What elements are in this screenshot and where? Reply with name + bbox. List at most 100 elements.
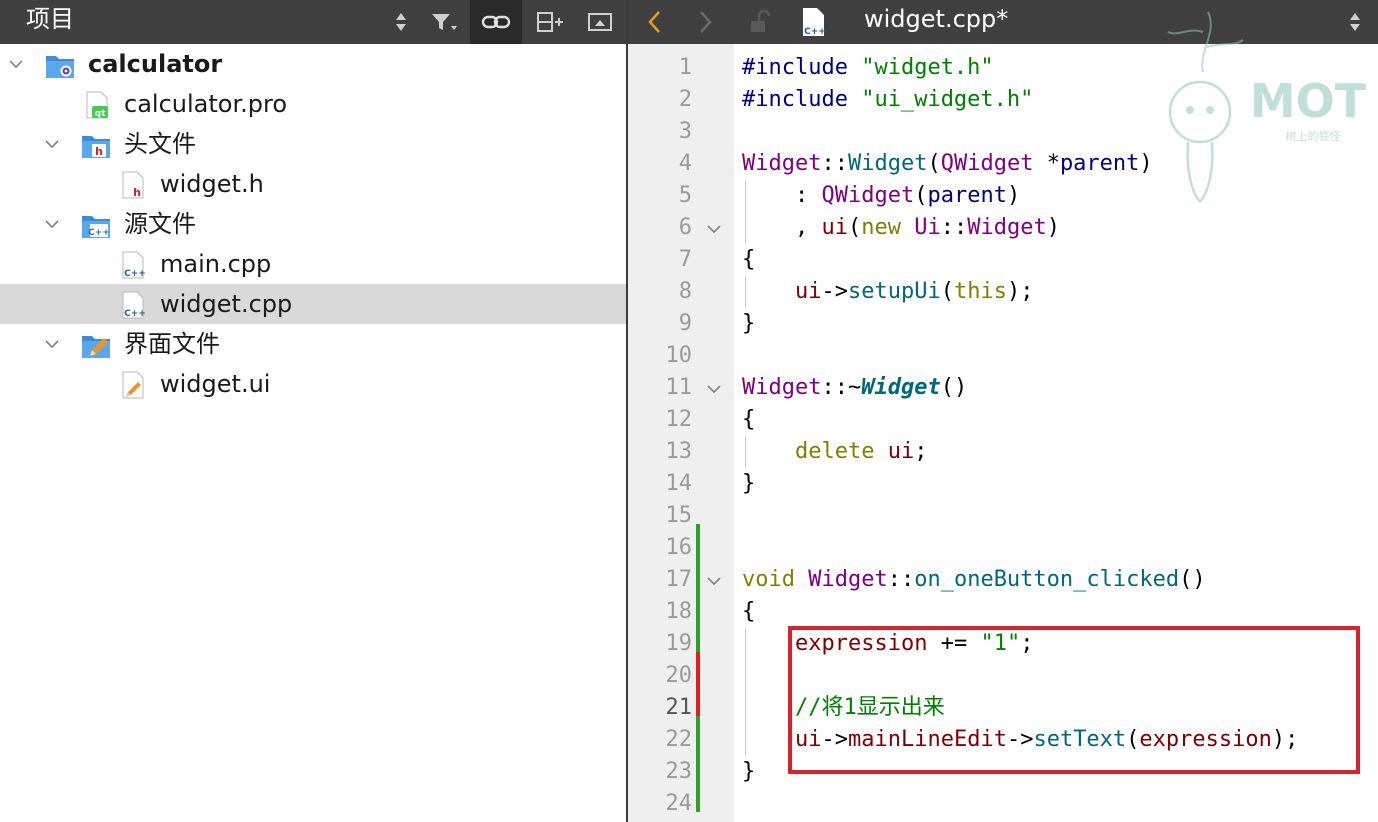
open-file-name[interactable]: widget.cpp* [864, 4, 1008, 34]
cpp-file-icon: C++ [122, 251, 146, 279]
change-marker [696, 748, 700, 780]
tree-item-widget-h[interactable]: h widget.h [0, 164, 626, 204]
line-number: 22 [665, 727, 693, 752]
cpp-file-icon: C++ [796, 0, 832, 44]
line-number: 6 [678, 215, 692, 240]
chevron-down-icon[interactable] [44, 136, 60, 152]
sort-updown-icon[interactable] [390, 0, 412, 44]
line-number: 23 [665, 759, 693, 784]
svg-text:h: h [95, 145, 103, 158]
tree-item-label: widget.cpp [160, 290, 293, 318]
chevron-down-icon[interactable] [44, 216, 60, 232]
indent-guide [745, 180, 746, 244]
header-folder-icon: h [82, 136, 110, 158]
fold-chevron-icon[interactable] [706, 573, 722, 589]
line-number: 20 [665, 663, 693, 688]
line-number: 9 [678, 311, 692, 336]
panel-icon[interactable] [578, 0, 622, 44]
line-number: 10 [665, 343, 693, 368]
code-line[interactable]: #include "ui_widget.h" [742, 84, 1033, 116]
line-number: 7 [678, 247, 692, 272]
chevron-down-icon[interactable] [44, 336, 60, 352]
line-number-gutter: 1 2 3 4 5 6 7 8 9 10 11 12 13 14 15 16 17 18 19 20 21 22 23 24 [628, 44, 734, 822]
tree-item-label: 头文件 [124, 130, 196, 158]
svg-text:qt: qt [95, 109, 106, 119]
svg-text:h: h [133, 186, 141, 199]
code-line[interactable]: Widget::~Widget() [742, 372, 967, 404]
code-line[interactable]: } [742, 308, 755, 340]
line-number: 15 [665, 503, 693, 528]
tree-item-label: calculator [88, 50, 223, 78]
tree-item-forms-folder[interactable]: 界面文件 [0, 324, 626, 364]
code-line[interactable]: : QWidget(parent) [742, 180, 1020, 212]
qt-creator-window: 项目 calculator qt calculator.pro h 头文件 h … [0, 0, 1378, 822]
indent-guide [745, 436, 746, 468]
line-number: 11 [665, 375, 693, 400]
header-file-icon: h [122, 171, 144, 199]
line-number: 18 [665, 599, 693, 624]
code-line[interactable]: void Widget::on_oneButton_clicked() [742, 564, 1206, 596]
watermark-text: MOT [1250, 74, 1367, 128]
fold-chevron-icon[interactable] [706, 381, 722, 397]
forward-arrow-icon[interactable] [690, 0, 720, 44]
svg-text:C++: C++ [88, 228, 110, 238]
line-number: 1 [678, 55, 692, 80]
line-number: 8 [678, 279, 692, 304]
svg-text:C++: C++ [804, 27, 826, 37]
fold-chevron-icon[interactable] [706, 221, 722, 237]
code-line[interactable]: { [742, 244, 755, 276]
tree-item-widget-cpp[interactable]: C++ widget.cpp [0, 284, 626, 324]
line-number: 14 [665, 471, 693, 496]
highlight-box [788, 626, 1360, 774]
tree-item-headers-folder[interactable]: h 头文件 [0, 124, 626, 164]
code-editor: C++ widget.cpp* 1 2 3 4 5 6 7 8 9 10 11 12 13 14 15 16 1… [628, 0, 1378, 822]
tree-item-label: widget.ui [160, 370, 271, 398]
code-line[interactable]: ui->setupUi(this); [742, 276, 1033, 308]
project-toolbar: 项目 [0, 0, 626, 44]
code-line[interactable]: } [742, 756, 755, 788]
back-arrow-icon[interactable] [640, 0, 670, 44]
svg-text:C++: C++ [124, 309, 146, 319]
tree-item-main-cpp[interactable]: C++ main.cpp [0, 244, 626, 284]
line-number: 4 [678, 151, 692, 176]
tree-item-label: 源文件 [124, 210, 196, 238]
tree-item-widget-ui[interactable]: widget.ui [0, 364, 626, 404]
split-add-icon[interactable] [526, 0, 574, 44]
code-line[interactable]: } [742, 468, 755, 500]
tree-item-calculator-pro[interactable]: qt calculator.pro [0, 84, 626, 124]
line-number: 2 [678, 87, 692, 112]
line-number: 19 [665, 631, 693, 656]
svg-text:C++: C++ [124, 269, 146, 279]
tree-item-label: main.cpp [160, 250, 272, 278]
watermark-logo: MOT 树上的铁怪 [1167, 11, 1367, 203]
code-line[interactable]: delete ui; [742, 436, 927, 468]
code-line[interactable]: { [742, 596, 755, 628]
watermark-subtext: 树上的铁怪 [1286, 129, 1341, 143]
change-marker [696, 684, 700, 716]
lock-icon[interactable] [742, 0, 778, 44]
cpp-file-icon: C++ [122, 291, 146, 319]
form-folder-icon [82, 336, 110, 358]
line-number: 3 [678, 119, 692, 144]
link-icon[interactable] [470, 0, 522, 44]
tree-item-calculator[interactable]: calculator [0, 44, 626, 84]
tree-item-sources-folder[interactable]: C++ 源文件 [0, 204, 626, 244]
code-line[interactable]: Widget::Widget(QWidget *parent) [742, 148, 1153, 180]
chevron-down-icon[interactable] [8, 56, 24, 72]
code-line[interactable]: #include "widget.h" [742, 52, 994, 84]
change-marker [696, 780, 700, 812]
source-folder-icon: C++ [82, 216, 110, 238]
line-number: 16 [665, 535, 693, 560]
qt-pro-file-icon: qt [86, 91, 108, 119]
change-marker [696, 524, 700, 556]
code-line[interactable]: { [742, 404, 755, 436]
filter-icon[interactable] [420, 0, 468, 44]
indent-guide [745, 276, 746, 308]
line-number: 13 [665, 439, 693, 464]
project-panel: 项目 calculator qt calculator.pro h 头文件 h … [0, 0, 626, 822]
code-line[interactable]: , ui(new Ui::Widget) [742, 212, 1060, 244]
ui-file-icon [122, 371, 144, 399]
change-marker [696, 556, 700, 588]
tree-item-label: 界面文件 [124, 330, 220, 358]
indent-guide [745, 628, 746, 756]
